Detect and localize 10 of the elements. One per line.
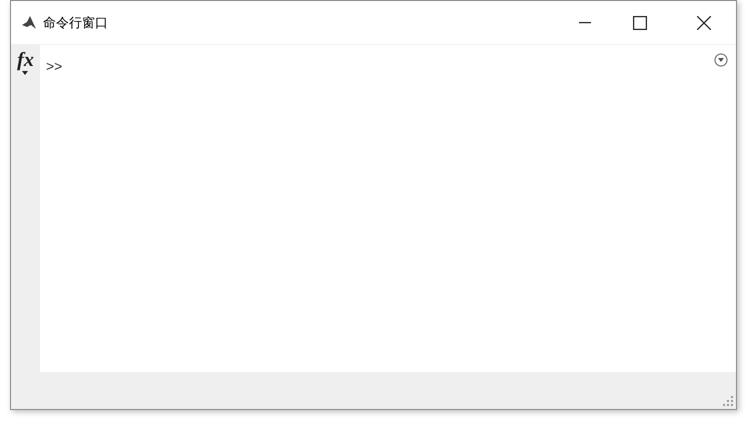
window-title: 命令行窗口 <box>43 14 108 32</box>
dropdown-icon <box>714 53 728 67</box>
close-icon <box>697 16 711 30</box>
resize-grip-icon <box>723 396 733 406</box>
minimize-icon <box>579 22 591 24</box>
maximize-icon <box>633 16 647 30</box>
app-logo-icon <box>21 14 37 30</box>
caret-icon <box>22 71 28 75</box>
function-button[interactable]: fx <box>17 49 34 75</box>
command-prompt: >> <box>46 58 62 74</box>
